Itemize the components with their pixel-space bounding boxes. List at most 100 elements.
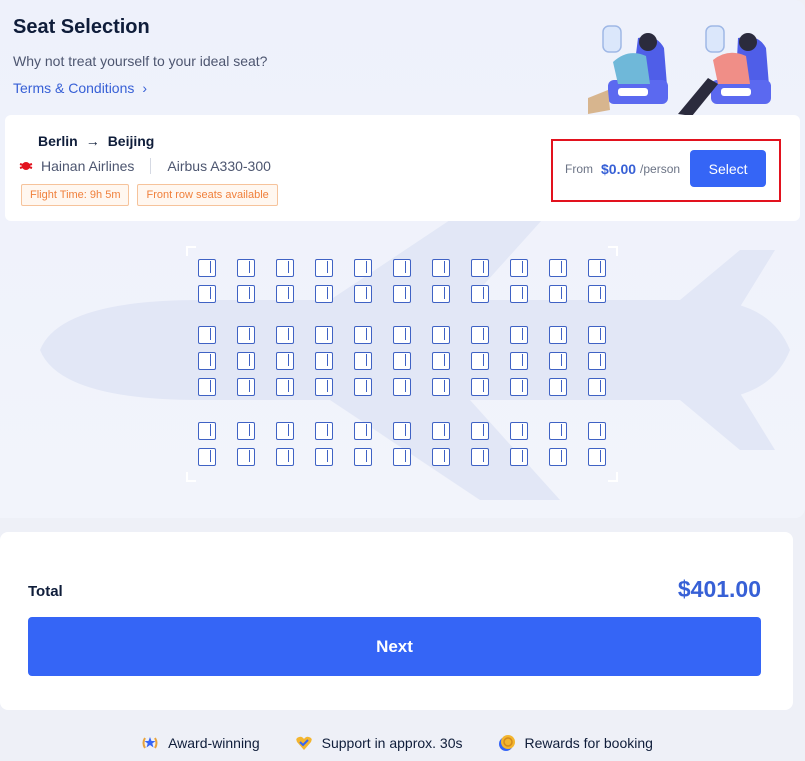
seat[interactable] [432, 259, 450, 277]
seat[interactable] [237, 352, 255, 370]
seat[interactable] [237, 422, 255, 440]
destination-city: Beijing [107, 133, 155, 149]
seat[interactable] [588, 422, 606, 440]
hainan-airlines-logo-icon [19, 162, 33, 170]
seat[interactable] [237, 378, 255, 396]
seat[interactable] [315, 378, 333, 396]
seat-map [186, 246, 618, 482]
seat[interactable] [432, 285, 450, 303]
seat[interactable] [510, 352, 528, 370]
seat[interactable] [354, 285, 372, 303]
seat[interactable] [276, 285, 294, 303]
seat[interactable] [510, 259, 528, 277]
benefit-label: Award-winning [168, 735, 260, 751]
seat[interactable] [393, 448, 411, 466]
seat[interactable] [198, 378, 216, 396]
aircraft-type: Airbus A330-300 [167, 158, 271, 174]
seat[interactable] [354, 378, 372, 396]
seat[interactable] [315, 448, 333, 466]
terms-conditions-link[interactable]: Terms & Conditions › [13, 80, 147, 96]
seat[interactable] [471, 448, 489, 466]
seat[interactable] [471, 422, 489, 440]
seat[interactable] [549, 422, 567, 440]
price-unit: /person [640, 161, 681, 176]
seat[interactable] [588, 448, 606, 466]
seat[interactable] [198, 285, 216, 303]
seat[interactable] [276, 259, 294, 277]
seat[interactable] [198, 259, 216, 277]
seat[interactable] [510, 422, 528, 440]
seat[interactable] [315, 422, 333, 440]
seat[interactable] [432, 378, 450, 396]
coin-icon [498, 735, 515, 751]
benefit-label: Rewards for booking [524, 735, 653, 751]
seat[interactable] [588, 352, 606, 370]
seat[interactable] [510, 378, 528, 396]
seat[interactable] [276, 448, 294, 466]
seat[interactable] [354, 326, 372, 344]
seat[interactable] [276, 326, 294, 344]
seat[interactable] [315, 259, 333, 277]
seat[interactable] [549, 326, 567, 344]
seat[interactable] [315, 352, 333, 370]
price-amount: $0.00 [601, 160, 637, 177]
seat[interactable] [471, 326, 489, 344]
seat[interactable] [471, 352, 489, 370]
seat[interactable] [237, 259, 255, 277]
seat[interactable] [432, 448, 450, 466]
seat[interactable] [276, 352, 294, 370]
passengers-illustration [588, 25, 771, 116]
flight-card: Berlin → Beijing Hainan Airlines Airbus … [5, 115, 800, 221]
seat[interactable] [432, 422, 450, 440]
benefit-support: Support in approx. 30s [294, 733, 463, 753]
seat[interactable] [432, 352, 450, 370]
seat[interactable] [315, 326, 333, 344]
seat[interactable] [510, 285, 528, 303]
seat[interactable] [549, 352, 567, 370]
seat-map-corner [608, 246, 618, 256]
seat[interactable] [354, 422, 372, 440]
seat[interactable] [393, 422, 411, 440]
seat[interactable] [549, 448, 567, 466]
page-subtitle: Why not treat yourself to your ideal sea… [13, 53, 268, 69]
select-button[interactable]: Select [690, 150, 767, 187]
seat[interactable] [237, 326, 255, 344]
seat[interactable] [510, 448, 528, 466]
seat[interactable] [471, 259, 489, 277]
total-label: Total [28, 583, 63, 600]
next-button[interactable]: Next [28, 617, 761, 676]
price-from-label: From [565, 161, 593, 176]
seat[interactable] [510, 326, 528, 344]
seat[interactable] [354, 448, 372, 466]
seat[interactable] [198, 448, 216, 466]
seat[interactable] [588, 378, 606, 396]
seat[interactable] [588, 285, 606, 303]
seat[interactable] [432, 326, 450, 344]
flight-tags: Flight Time: 9h 5m Front row seats avail… [21, 184, 278, 206]
seat[interactable] [549, 259, 567, 277]
seat[interactable] [393, 352, 411, 370]
seat[interactable] [549, 378, 567, 396]
seat[interactable] [276, 378, 294, 396]
seat[interactable] [198, 422, 216, 440]
seat-map-corner [186, 246, 196, 256]
seat[interactable] [393, 285, 411, 303]
seat[interactable] [471, 378, 489, 396]
seat[interactable] [471, 285, 489, 303]
seat[interactable] [198, 326, 216, 344]
seat[interactable] [237, 285, 255, 303]
seat[interactable] [588, 259, 606, 277]
seat[interactable] [276, 422, 294, 440]
seat[interactable] [198, 352, 216, 370]
seat[interactable] [393, 259, 411, 277]
heart-check-icon [295, 736, 312, 750]
seat[interactable] [393, 326, 411, 344]
seat[interactable] [549, 285, 567, 303]
seat[interactable] [588, 326, 606, 344]
seat[interactable] [237, 448, 255, 466]
seat[interactable] [315, 285, 333, 303]
flight-time-tag: Flight Time: 9h 5m [21, 184, 130, 206]
seat[interactable] [393, 378, 411, 396]
seat[interactable] [354, 259, 372, 277]
seat[interactable] [354, 352, 372, 370]
